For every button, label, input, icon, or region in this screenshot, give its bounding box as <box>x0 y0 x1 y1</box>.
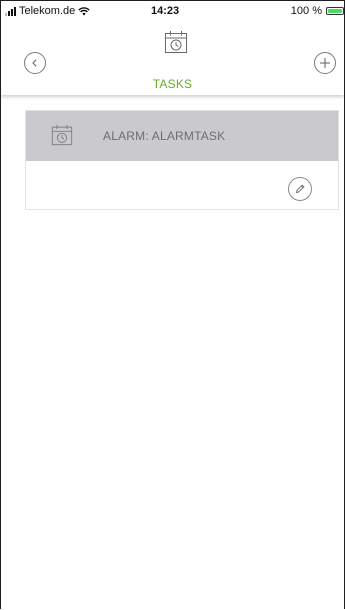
pencil-icon <box>295 184 305 194</box>
app-screen: Telekom.de 14:23 100 % TASKS ALARM: ALAR… <box>0 0 345 609</box>
page-title: TASKS <box>152 77 193 91</box>
signal-icon <box>5 6 16 16</box>
status-bar: Telekom.de 14:23 100 % <box>1 1 344 21</box>
chevron-left-icon <box>32 59 37 67</box>
calendar-clock-icon <box>51 124 73 146</box>
task-card: ALARM: ALARMTASK <box>25 110 339 210</box>
edit-task-button[interactable] <box>288 177 312 201</box>
plus-icon <box>320 58 330 68</box>
status-time: 14:23 <box>151 5 180 17</box>
task-title: ALARM: ALARMTASK <box>103 129 226 143</box>
header: TASKS <box>1 21 344 95</box>
task-header[interactable]: ALARM: ALARMTASK <box>26 111 338 161</box>
task-list: ALARM: ALARMTASK <box>1 95 344 609</box>
battery-icon <box>326 7 344 15</box>
back-button[interactable] <box>24 52 46 74</box>
calendar-clock-icon <box>165 31 187 53</box>
wifi-icon <box>78 6 90 15</box>
battery-label: 100 % <box>290 5 322 17</box>
carrier-label: Telekom.de <box>19 5 76 17</box>
add-task-button[interactable] <box>314 52 336 74</box>
status-right: 100 % <box>291 5 344 17</box>
status-left: Telekom.de <box>5 5 90 17</box>
